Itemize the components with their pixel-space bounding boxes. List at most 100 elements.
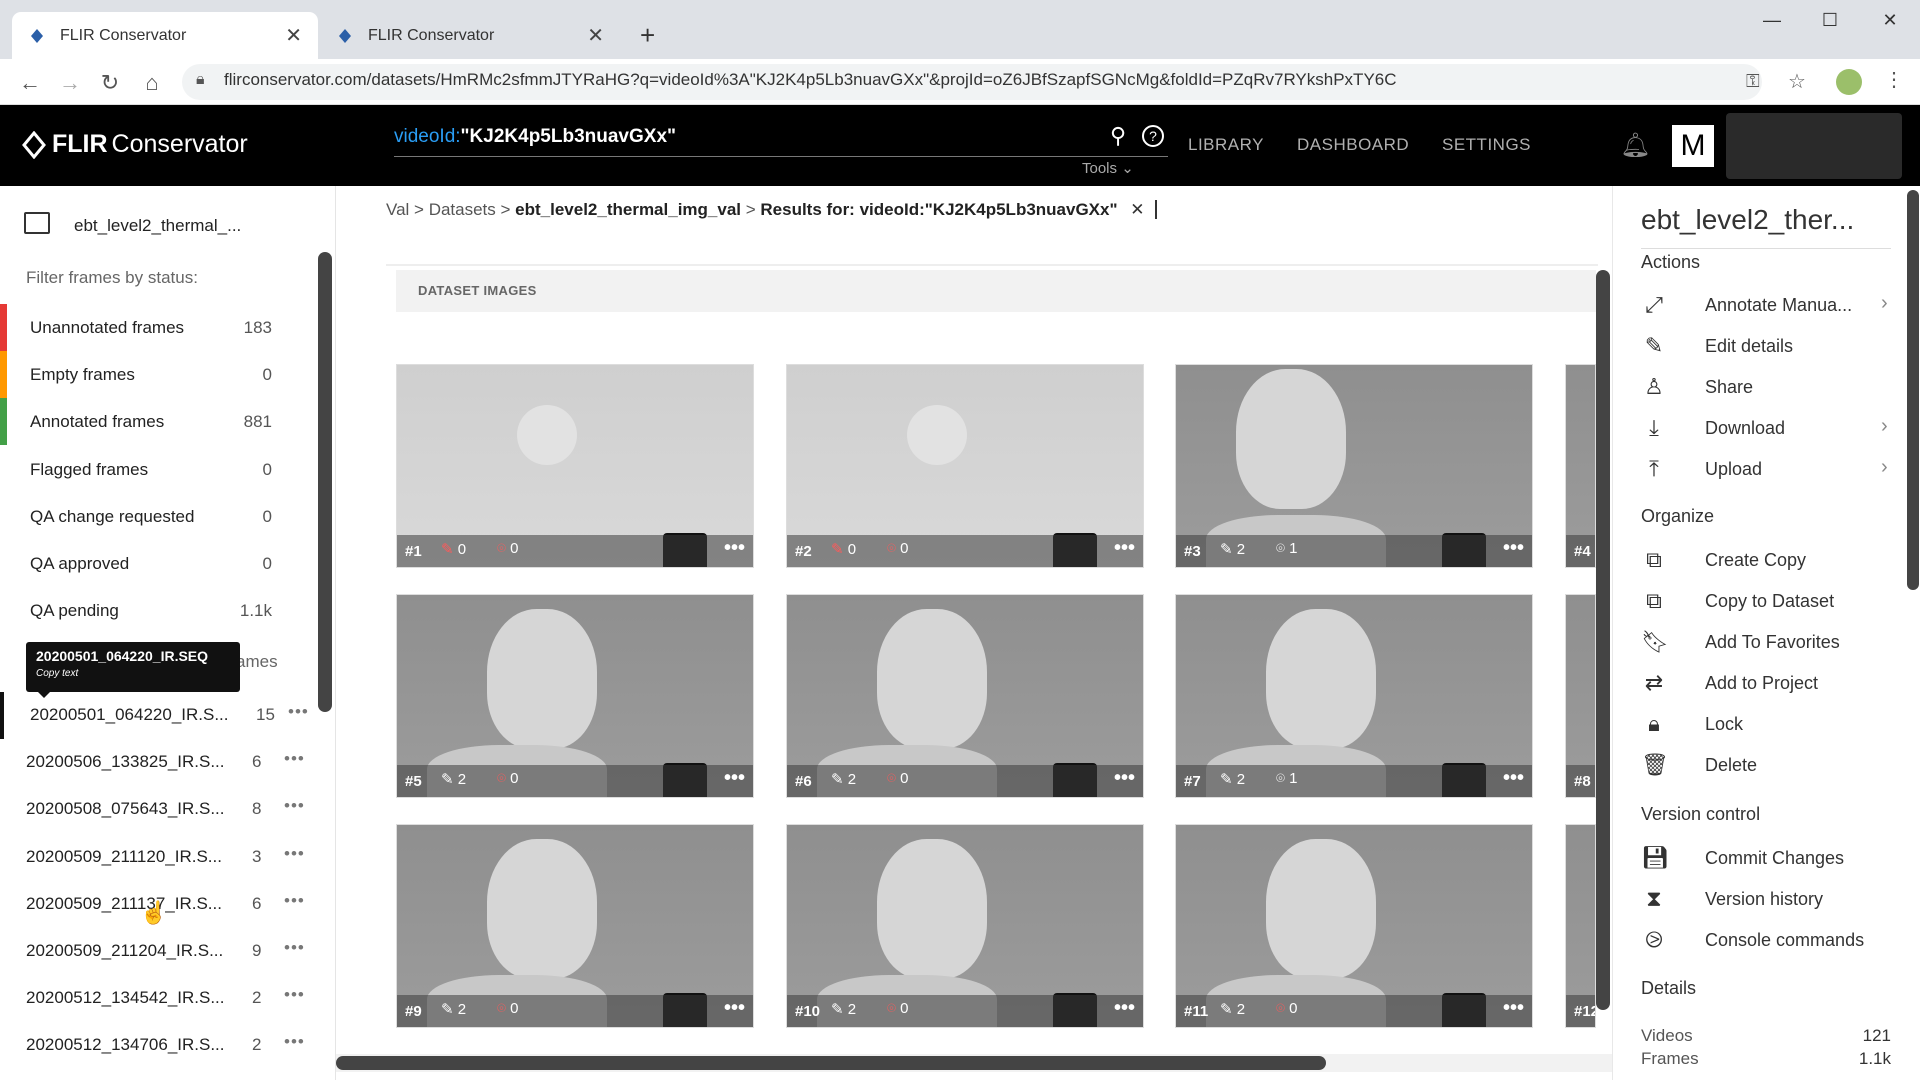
qa-value: 0 xyxy=(1289,1000,1298,1017)
more-icon[interactable]: ••• xyxy=(284,796,305,816)
grid-scrollbar-vertical[interactable] xyxy=(1596,270,1610,1010)
frame-thumbnail[interactable]: #3 ✎ 2 ⌾ 1 ••• xyxy=(1175,364,1533,568)
filter-qa-change-requested[interactable]: QA change requested 0 xyxy=(0,493,300,540)
more-icon[interactable]: ••• xyxy=(284,749,305,769)
action-create-copy[interactable]: ⧉ Create Copy xyxy=(1641,541,1881,581)
tab-close-icon[interactable]: ✕ xyxy=(285,23,302,48)
more-icon[interactable]: ••• xyxy=(284,985,305,1005)
video-item-1[interactable]: 20200501_064220_IR.S... 15 ••• xyxy=(0,692,316,739)
action-delete[interactable]: 🗑︎ Delete xyxy=(1641,746,1881,786)
action-copy-to-dataset[interactable]: ⧉ Copy to Dataset xyxy=(1641,582,1881,622)
more-options-icon[interactable]: ••• xyxy=(724,537,745,560)
action-add-to-favorites[interactable]: 🔖︎ Add To Favorites xyxy=(1641,623,1881,663)
video-item-2[interactable]: 20200506_133825_IR.S... 6 ••• xyxy=(0,739,316,786)
action-console-commands[interactable]: ⧁ Console commands xyxy=(1641,921,1881,961)
action-label: Console commands xyxy=(1705,930,1865,950)
more-options-icon[interactable]: ••• xyxy=(1503,767,1524,790)
panel-scrollbar[interactable] xyxy=(1907,190,1919,590)
back-icon[interactable]: ← xyxy=(16,69,44,97)
nav-settings[interactable]: SETTINGS xyxy=(1442,135,1531,155)
more-options-icon[interactable]: ••• xyxy=(1503,997,1524,1020)
more-options-icon[interactable]: ••• xyxy=(1114,537,1135,560)
more-icon[interactable]: ••• xyxy=(284,891,305,911)
more-options-icon[interactable]: ••• xyxy=(724,767,745,790)
more-icon[interactable]: ••• xyxy=(284,844,305,864)
reload-icon[interactable]: ↻ xyxy=(96,69,124,97)
more-options-icon[interactable]: ••• xyxy=(1503,537,1524,560)
action-lock[interactable]: 🔒︎ Lock xyxy=(1641,705,1881,745)
more-options-icon[interactable]: ••• xyxy=(1114,997,1135,1020)
tools-dropdown[interactable]: Tools ⌄ xyxy=(1082,159,1134,177)
browser-tab-1[interactable]: FLIR Conservator ✕ xyxy=(12,12,318,59)
search-icon[interactable]: ⚲ xyxy=(1110,123,1126,149)
url-text[interactable]: flirconservator.com/datasets/HmRMc2sfmmJ… xyxy=(224,70,1397,90)
more-icon[interactable]: ••• xyxy=(284,1032,305,1052)
nav-library[interactable]: LIBRARY xyxy=(1188,135,1264,155)
flir-logo[interactable]: FLIR Conservator xyxy=(22,130,248,159)
action-add-to-project[interactable]: ⇄ Add to Project xyxy=(1641,664,1881,704)
browser-menu-icon[interactable]: ⋮ xyxy=(1884,67,1904,92)
video-name: 20200509_211120_IR.S... xyxy=(26,847,222,866)
bell-icon[interactable]: 🔔︎ xyxy=(1620,131,1650,160)
action-upload[interactable]: ⤒ Upload › xyxy=(1641,450,1888,490)
grid-scrollbar-horizontal[interactable] xyxy=(336,1056,1326,1070)
action-commit-changes[interactable]: 💾︎ Commit Changes xyxy=(1641,839,1881,879)
video-item-4[interactable]: 20200509_211120_IR.S... 3 ••• xyxy=(0,834,316,881)
user-menu[interactable] xyxy=(1726,113,1902,179)
browser-tab-2[interactable]: FLIR Conservator ✕ xyxy=(320,12,620,59)
video-item-6[interactable]: 20200509_211204_IR.S... 9 ••• xyxy=(0,928,316,975)
key-icon[interactable]: ⚿ xyxy=(1746,71,1760,92)
action-annotate-manua[interactable]: ⤢ Annotate Manua... › xyxy=(1641,286,1887,326)
user-avatar[interactable]: M xyxy=(1672,125,1714,167)
status-label: Annotated frames xyxy=(30,411,165,431)
frame-thumbnail[interactable]: #5 ✎ 2 ⌾ 0 ••• xyxy=(396,594,754,798)
frame-thumbnail[interactable]: #7 ✎ 2 ⌾ 1 ••• xyxy=(1175,594,1533,798)
minimize-icon[interactable]: — xyxy=(1752,10,1792,34)
filter-qa-pending[interactable]: QA pending 1.1k xyxy=(0,587,300,634)
filter-empty[interactable]: Empty frames 0 xyxy=(0,351,300,398)
new-tab-icon[interactable]: + xyxy=(640,20,655,51)
action-version-history[interactable]: ⧗ Version history xyxy=(1641,880,1881,920)
frame-thumbnail[interactable]: #11 ✎ 2 ⌾ 0 ••• xyxy=(1175,824,1533,1028)
sidebar-dataset-name[interactable]: ebt_level2_thermal_... xyxy=(74,216,241,236)
filter-unannotated[interactable]: Unannotated frames 183 xyxy=(0,304,300,351)
frame-thumbnail[interactable]: #8 xyxy=(1565,594,1596,798)
frame-thumbnail[interactable]: #2 ✎ 0 ⌾ 0 ••• xyxy=(786,364,1144,568)
more-icon[interactable]: ••• xyxy=(284,938,305,958)
frame-thumbnail[interactable]: #9 ✎ 2 ⌾ 0 ••• xyxy=(396,824,754,1028)
search-input[interactable]: videoId:"KJ2K4p5Lb3nuavGXx" xyxy=(394,117,1168,157)
tab-close-icon[interactable]: ✕ xyxy=(587,23,604,48)
filter-qa-approved[interactable]: QA approved 0 xyxy=(0,540,300,587)
more-icon[interactable]: ••• xyxy=(288,702,309,722)
frame-thumbnail[interactable]: #6 ✎ 2 ⌾ 0 ••• xyxy=(786,594,1144,798)
breadcrumb-datasets[interactable]: Datasets xyxy=(429,200,496,219)
more-options-icon[interactable]: ••• xyxy=(724,997,745,1020)
clear-search-icon[interactable]: ✕ xyxy=(1130,200,1144,219)
nav-dashboard[interactable]: DASHBOARD xyxy=(1297,135,1409,155)
star-icon[interactable]: ☆ xyxy=(1788,69,1806,94)
filter-flagged[interactable]: Flagged frames 0 xyxy=(0,446,300,493)
maximize-icon[interactable]: ☐ xyxy=(1810,10,1850,34)
frame-thumbnail[interactable]: #12 xyxy=(1565,824,1596,1028)
filter-annotated[interactable]: Annotated frames 881 xyxy=(0,398,300,445)
frame-thumbnail[interactable]: #4 xyxy=(1565,364,1596,568)
frame-thumbnail[interactable]: #1 ✎ 0 ⌾ 0 ••• xyxy=(396,364,754,568)
action-edit-details[interactable]: ✎ Edit details xyxy=(1641,327,1881,367)
breadcrumb-val[interactable]: Val xyxy=(386,200,409,219)
browser-tab-bar: FLIR Conservator ✕ FLIR Conservator ✕ + … xyxy=(0,0,1920,59)
video-item-8[interactable]: 20200512_134706_IR.S... 2 ••• xyxy=(0,1022,316,1069)
copy-tooltip[interactable]: 20200501_064220_IR.SEQ Copy text xyxy=(26,642,240,692)
more-options-icon[interactable]: ••• xyxy=(1114,767,1135,790)
breadcrumb-dataset[interactable]: ebt_level2_thermal_img_val xyxy=(515,200,741,219)
video-item-7[interactable]: 20200512_134542_IR.S... 2 ••• xyxy=(0,975,316,1022)
sidebar-scrollbar[interactable] xyxy=(318,252,332,712)
profile-avatar[interactable] xyxy=(1836,69,1862,95)
forward-icon[interactable]: → xyxy=(56,69,84,97)
action-share[interactable]: ♙ Share xyxy=(1641,368,1881,408)
window-close-icon[interactable]: ✕ xyxy=(1870,10,1910,34)
video-item-3[interactable]: 20200508_075643_IR.S... 8 ••• xyxy=(0,786,316,833)
home-icon[interactable]: ⌂ xyxy=(138,69,166,97)
action-download[interactable]: ⤓ Download › xyxy=(1641,409,1888,449)
frame-thumbnail[interactable]: #10 ✎ 2 ⌾ 0 ••• xyxy=(786,824,1144,1028)
help-icon[interactable]: ? xyxy=(1142,125,1164,147)
